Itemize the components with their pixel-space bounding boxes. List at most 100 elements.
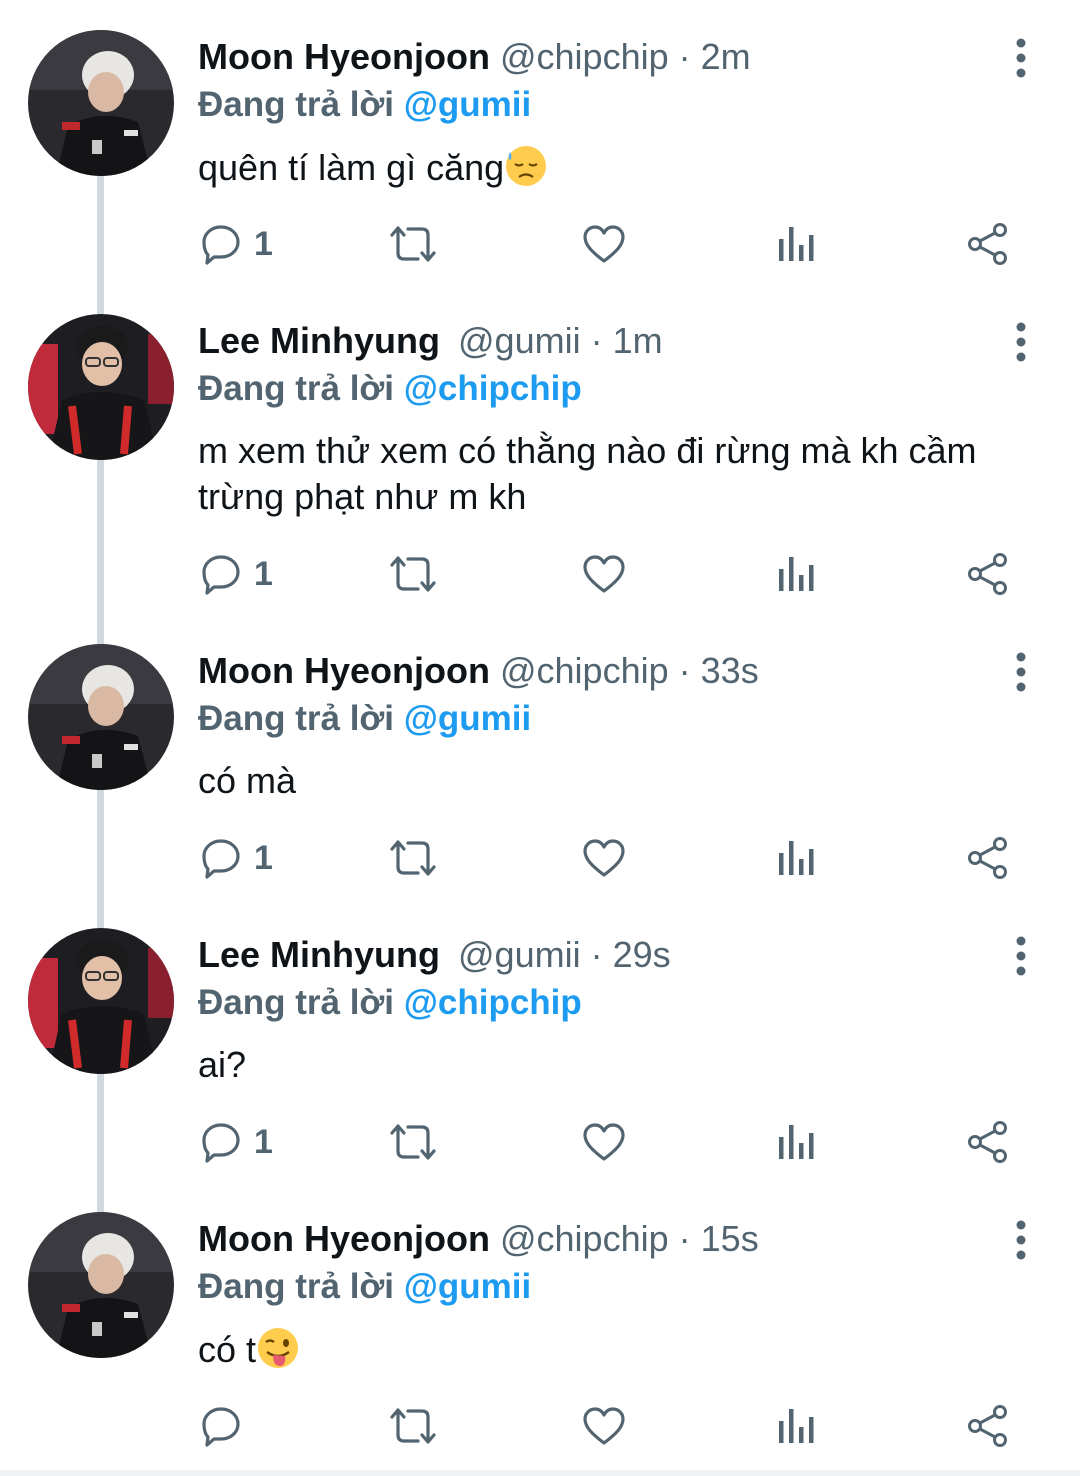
tweet[interactable]: Lee Minhyung @gumii · 1m Đang trả lời @c… bbox=[0, 284, 1080, 614]
like-button[interactable] bbox=[582, 828, 626, 888]
retweet-icon bbox=[390, 1124, 436, 1160]
more-vertical-icon bbox=[1016, 936, 1026, 976]
avatar[interactable] bbox=[28, 928, 174, 1074]
more-options-button[interactable] bbox=[1006, 38, 1036, 78]
views-button[interactable] bbox=[777, 214, 817, 274]
reply-button[interactable] bbox=[200, 1396, 254, 1456]
like-button[interactable] bbox=[582, 214, 626, 274]
more-options-button[interactable] bbox=[1006, 1220, 1036, 1260]
share-icon bbox=[968, 1405, 1007, 1447]
retweet-button[interactable] bbox=[388, 544, 438, 604]
replying-to-label: Đang trả lời bbox=[198, 1267, 395, 1306]
tweet-actions: 1 bbox=[0, 544, 1080, 604]
avatar[interactable] bbox=[28, 1212, 174, 1358]
downcast-sweat-face-icon bbox=[506, 146, 547, 186]
mention-link[interactable]: @chipchip bbox=[404, 369, 582, 408]
separator-dot: · bbox=[678, 36, 691, 77]
avatar[interactable] bbox=[28, 314, 174, 460]
like-button[interactable] bbox=[582, 544, 626, 604]
user-handle[interactable]: @chipchip bbox=[500, 1218, 669, 1259]
user-handle[interactable]: @gumii bbox=[458, 320, 581, 361]
retweet-icon bbox=[390, 556, 436, 592]
replying-to-label: Đang trả lời bbox=[198, 699, 395, 738]
heart-icon bbox=[583, 225, 625, 263]
views-icon bbox=[779, 557, 814, 591]
share-icon bbox=[968, 553, 1007, 595]
views-button[interactable] bbox=[777, 1112, 817, 1172]
user-handle[interactable]: @chipchip bbox=[500, 36, 669, 77]
like-button[interactable] bbox=[582, 1396, 626, 1456]
tweet-actions bbox=[0, 1396, 1080, 1456]
tweet-header: Moon Hyeonjoon @chipchip · 15s bbox=[198, 1218, 759, 1260]
reply-button[interactable]: 1 bbox=[200, 544, 273, 604]
retweet-icon bbox=[390, 226, 436, 262]
tweet-actions: 1 bbox=[0, 1112, 1080, 1172]
replying-to-label: Đang trả lời bbox=[198, 983, 395, 1022]
more-options-button[interactable] bbox=[1006, 322, 1036, 362]
display-name[interactable]: Moon Hyeonjoon bbox=[198, 650, 490, 691]
retweet-button[interactable] bbox=[388, 214, 438, 274]
retweet-button[interactable] bbox=[388, 1396, 438, 1456]
display-name[interactable]: Lee Minhyung bbox=[198, 934, 440, 975]
more-vertical-icon bbox=[1016, 1220, 1026, 1260]
mention-link[interactable]: @chipchip bbox=[404, 983, 582, 1022]
moon-avatar-image bbox=[28, 1212, 174, 1358]
like-button[interactable] bbox=[582, 1112, 626, 1172]
tweet[interactable]: Lee Minhyung @gumii · 29s Đang trả lời @… bbox=[0, 898, 1080, 1182]
mention-link[interactable]: @gumii bbox=[404, 85, 531, 124]
share-button[interactable] bbox=[966, 1112, 1010, 1172]
avatar[interactable] bbox=[28, 644, 174, 790]
reply-button[interactable]: 1 bbox=[200, 1112, 273, 1172]
views-button[interactable] bbox=[777, 1396, 817, 1456]
separator-dot: · bbox=[678, 650, 691, 691]
replying-to: Đang trả lời @gumii bbox=[198, 84, 531, 126]
retweet-button[interactable] bbox=[388, 1112, 438, 1172]
views-icon bbox=[779, 1409, 814, 1443]
display-name[interactable]: Moon Hyeonjoon bbox=[198, 36, 490, 77]
mention-link[interactable]: @gumii bbox=[404, 699, 531, 738]
views-button[interactable] bbox=[777, 828, 817, 888]
display-name[interactable]: Moon Hyeonjoon bbox=[198, 1218, 490, 1259]
tweet-text-content: có t bbox=[198, 1329, 257, 1370]
share-icon bbox=[968, 223, 1007, 265]
retweet-button[interactable] bbox=[388, 828, 438, 888]
moon-avatar-image bbox=[28, 30, 174, 176]
reply-button[interactable]: 1 bbox=[200, 214, 273, 274]
timestamp[interactable]: 15s bbox=[701, 1218, 759, 1259]
tweet-actions: 1 bbox=[0, 828, 1080, 888]
display-name[interactable]: Lee Minhyung bbox=[198, 320, 440, 361]
reply-button[interactable]: 1 bbox=[200, 828, 273, 888]
tweet[interactable]: Moon Hyeonjoon @chipchip · 15s Đang trả … bbox=[0, 1182, 1080, 1472]
lee-avatar-image bbox=[28, 928, 174, 1074]
mention-link[interactable]: @gumii bbox=[404, 1267, 531, 1306]
avatar[interactable] bbox=[28, 30, 174, 176]
separator-dot: · bbox=[590, 320, 603, 361]
user-handle[interactable]: @gumii bbox=[458, 934, 581, 975]
timestamp[interactable]: 29s bbox=[613, 934, 671, 975]
share-icon bbox=[968, 1121, 1007, 1163]
tweet[interactable]: Moon Hyeonjoon @chipchip · 2m Đang trả l… bbox=[0, 0, 1080, 284]
lee-avatar-image bbox=[28, 314, 174, 460]
reply-count: 1 bbox=[254, 554, 273, 593]
tweet-text: ai? bbox=[198, 1042, 1048, 1088]
share-button[interactable] bbox=[966, 1396, 1010, 1456]
views-button[interactable] bbox=[777, 544, 817, 604]
share-button[interactable] bbox=[966, 544, 1010, 604]
share-button[interactable] bbox=[966, 828, 1010, 888]
timestamp[interactable]: 2m bbox=[701, 36, 751, 77]
timestamp[interactable]: 33s bbox=[701, 650, 759, 691]
user-handle[interactable]: @chipchip bbox=[500, 650, 669, 691]
tweet-header: Lee Minhyung @gumii · 1m bbox=[198, 320, 663, 362]
more-vertical-icon bbox=[1016, 322, 1026, 362]
reply-icon bbox=[202, 555, 240, 595]
tweet-text-content: có mà bbox=[198, 760, 297, 801]
tweet[interactable]: Moon Hyeonjoon @chipchip · 33s Đang trả … bbox=[0, 614, 1080, 898]
more-options-button[interactable] bbox=[1006, 936, 1036, 976]
more-options-button[interactable] bbox=[1006, 652, 1036, 692]
tweet-text: m xem thử xem có thằng nào đi rừng mà kh… bbox=[198, 428, 1048, 520]
timestamp[interactable]: 1m bbox=[613, 320, 663, 361]
reply-count: 1 bbox=[254, 1122, 273, 1161]
share-button[interactable] bbox=[966, 214, 1010, 274]
views-icon bbox=[779, 841, 814, 875]
tweet-text-content: quên tí làm gì căng bbox=[198, 147, 505, 188]
